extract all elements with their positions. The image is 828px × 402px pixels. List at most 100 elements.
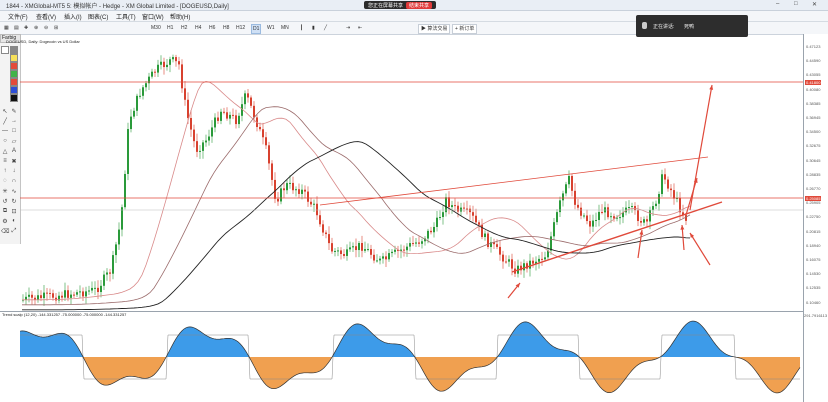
candle-body [196,141,198,152]
indicator-axis-value: 291.7916113 [804,313,828,318]
candle-body [421,241,423,244]
candle-body [502,254,504,262]
candle-body [187,99,189,118]
chart-canvas[interactable] [0,0,828,402]
candle-body [586,215,588,222]
candle-body [25,296,27,300]
candle-body [49,292,51,294]
candle-body [637,210,639,222]
candle-body [580,207,582,216]
candle-body [118,229,120,245]
candle-body [442,212,444,218]
candle-body [544,257,546,260]
candle-body [85,291,87,297]
candle-body [211,127,213,137]
candle-body [340,250,342,255]
candle-body [610,216,612,218]
candle-body [274,179,276,199]
candle-body [367,249,369,251]
candle-body [31,294,33,298]
candle-body [190,117,192,130]
candle-body [556,212,558,223]
candle-body [193,129,195,142]
candle-body [538,258,540,262]
candle-body [352,246,354,248]
candle-body [415,242,417,244]
candle-body [28,294,30,297]
candle-body [184,88,186,100]
candle-body [181,64,183,89]
candle-body [304,189,306,192]
candle-body [511,259,513,269]
candle-body [262,129,264,138]
symbol-label: DOGEUSD, Daily: Dogecoin vs US Dollar [6,39,80,44]
candle-body [592,220,594,227]
price-axis-label: 0.20815 [806,228,821,234]
candle-body [205,140,207,143]
candle-body [412,243,414,245]
candle-body [487,233,489,247]
candle-body [331,243,333,252]
candle-body [640,221,642,223]
candle-body [478,222,480,225]
candle-body [313,203,315,205]
candle-body [169,59,171,65]
candle-body [235,115,237,125]
candle-body [271,163,273,180]
candle-body [496,244,498,247]
candle-body [685,215,687,221]
candle-body [145,83,147,88]
candle-body [229,114,231,119]
candle-body [568,175,570,185]
candle-body [259,127,261,130]
candle-body [463,207,465,209]
candle-body [226,112,228,119]
price-axis-label: 0.38385 [806,100,821,106]
candle-body [136,95,138,111]
candle-body [157,64,159,73]
candle-body [598,211,600,221]
candle-body [244,93,246,105]
price-axis-label: 0.12535 [806,285,821,291]
candle-body [91,287,93,291]
candle-body [79,291,81,293]
candle-body [97,287,99,293]
candle-body [163,61,165,68]
candle-body [106,272,108,275]
price-axis-label: 0.44590 [806,58,821,64]
candle-body [76,292,78,295]
candle-body [298,189,300,194]
price-tag-resistance: 0.41800 [805,80,822,85]
candle-body [358,243,360,251]
candle-body [619,217,621,219]
candle-body [154,71,156,73]
candle-body [70,294,72,298]
candle-body [385,256,387,260]
candle-body [268,145,270,164]
candle-body [322,224,324,233]
candle-body [523,263,525,271]
candle-body [499,246,501,255]
price-axis: 0.41800 0.25085 0.47123 0.44590 0.43055 0.4… [803,34,828,402]
candle-body [160,61,162,65]
candle-body [328,234,330,244]
candle-body [214,117,216,128]
candle-body [292,182,294,191]
price-axis-label: 0.14530 [806,271,821,277]
candle-body [130,116,132,130]
candle-body [373,254,375,261]
candle-body [418,242,420,244]
candle-body [301,189,303,194]
candle-body [409,243,411,247]
candle-body [40,295,42,299]
candle-body [664,174,666,180]
arrow-support-4 [689,232,711,266]
candle-body [121,207,123,230]
candle-body [595,220,597,222]
candle-body [94,287,96,289]
candle-body [607,207,609,218]
candle-body [250,97,252,106]
candle-body [139,95,141,97]
candle-body [559,200,561,213]
candle-body [172,57,174,60]
